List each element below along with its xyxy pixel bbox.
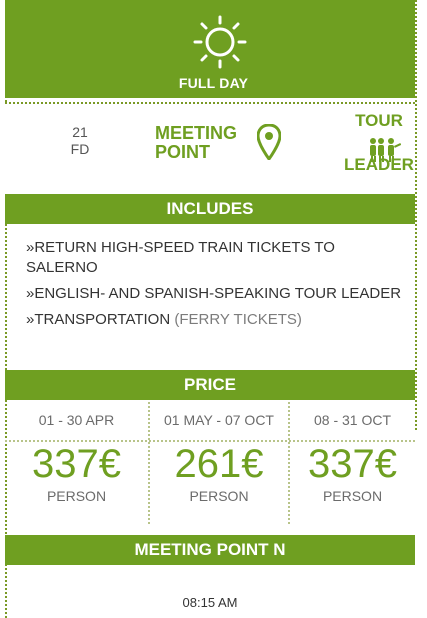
tour-code-suffix: FD (70, 141, 90, 157)
price-per-1: PERSON (46, 488, 107, 504)
price-per-2: PERSON (189, 488, 249, 504)
includes-title: INCLUDES (166, 199, 254, 218)
meeting-point-label-line2: POINT (155, 142, 211, 162)
price-per-3: PERSON (322, 488, 383, 504)
include-item-3: »TRANSPORTATION (FERRY TICKETS) (26, 311, 302, 328)
includes-bar: INCLUDES (5, 194, 415, 224)
price-title: PRICE (184, 375, 236, 394)
include-item-3-note: (FERRY TICKETS) (170, 311, 302, 328)
include-item-1-text: RETURN HIGH-SPEED TRAIN TICKETS TO SALER… (26, 239, 335, 276)
tour-code: 21 FD (45, 124, 115, 158)
summary-row: 21 FD MEETING POINT TOUR LEADER (5, 102, 415, 194)
map-pin-icon (257, 124, 281, 160)
meeting-point-title: MEETING POINT N (134, 540, 286, 559)
price-column-1: 01 - 30 APR 337€ PERSON (5, 402, 148, 528)
right-dotted-border (415, 0, 417, 430)
meeting-point-bar: MEETING POINT N (5, 535, 415, 565)
include-item-3-text: TRANSPORTATION (34, 311, 171, 328)
price-table: 01 - 30 APR 337€ PERSON 01 MAY - 07 OCT … (5, 402, 415, 530)
price-column-3: 08 - 31 OCT 337€ PERSON (290, 402, 415, 528)
tour-leader-label-line1: TOUR (355, 111, 403, 130)
group-icon (370, 138, 401, 162)
sun-icon (193, 15, 247, 69)
price-column-2: 01 MAY - 07 OCT 261€ PERSON (150, 402, 288, 528)
full-day-label: FULL DAY (178, 75, 249, 91)
price-amount-2: 261€ (174, 442, 264, 486)
meeting-point-label: MEETING POINT (155, 124, 237, 162)
includes-list: »RETURN HIGH-SPEED TRAIN TICKETS TO SALE… (26, 238, 406, 336)
include-item-2-text: ENGLISH- AND SPANISH-SPEAKING TOUR LEADE… (34, 285, 402, 302)
price-period-1: 01 - 30 APR (38, 412, 115, 428)
price-amount-1: 337€ (32, 442, 121, 486)
price-period-2: 01 MAY - 07 OCT (164, 412, 274, 428)
price-bar: PRICE (5, 370, 415, 400)
include-item-1: »RETURN HIGH-SPEED TRAIN TICKETS TO SALE… (26, 239, 335, 276)
tour-code-number: 21 (72, 124, 88, 140)
meeting-point-label-line1: MEETING (155, 123, 238, 143)
price-period-3: 08 - 31 OCT (313, 412, 392, 428)
meeting-time: 08:15 AM (182, 595, 238, 610)
price-amount-3: 337€ (308, 442, 397, 486)
include-item-2: »ENGLISH- AND SPANISH-SPEAKING TOUR LEAD… (26, 285, 402, 302)
